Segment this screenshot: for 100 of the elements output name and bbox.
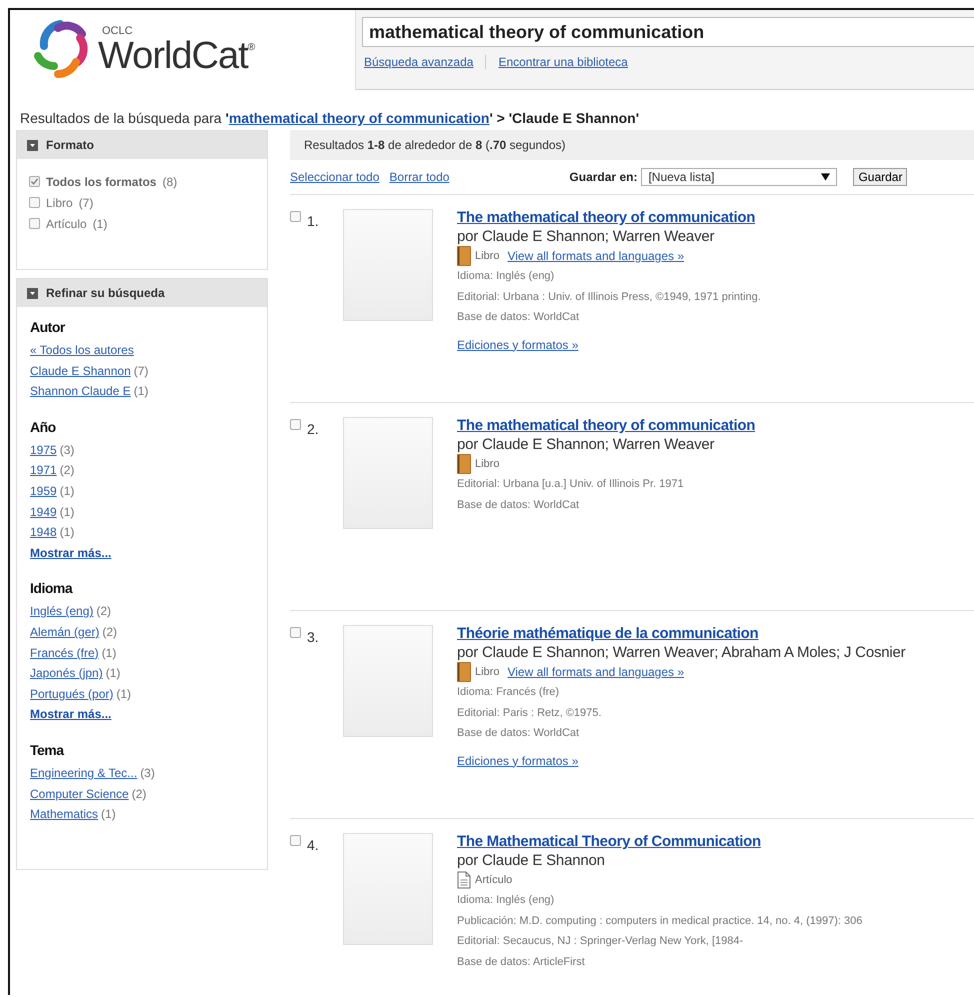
result-detail: Editorial: Urbana : Univ. of Illinois Press, ©1949, 1971 printing. bbox=[457, 290, 761, 304]
result-authors: por Claude E Shannon; Warren Weaver bbox=[457, 228, 716, 245]
panel-title: Refinar su búsqueda bbox=[46, 286, 165, 300]
facet-link[interactable]: Mathematics bbox=[30, 807, 98, 822]
facet-link[interactable]: Japonés (jpn) bbox=[30, 666, 103, 680]
result-detail: Base de datos: WorldCat bbox=[457, 498, 580, 512]
facet-link[interactable]: Shannon Claude E bbox=[30, 384, 131, 398]
checkbox[interactable] bbox=[290, 419, 301, 430]
facet-count: (7) bbox=[134, 364, 148, 378]
facet-link[interactable]: Claude E Shannon bbox=[30, 364, 131, 378]
query-link[interactable]: mathematical theory of communication bbox=[228, 110, 490, 126]
result-detail: Idioma: Francés (fre) bbox=[457, 685, 560, 700]
facet-count: (2) bbox=[132, 786, 146, 800]
facet-link[interactable]: Engineering & Tec... bbox=[30, 766, 138, 780]
checkbox[interactable] bbox=[29, 176, 40, 187]
result-detail: Editorial: Urbana [u.a.] Univ. of Illinois Pr. 1971 bbox=[457, 477, 685, 492]
checkbox[interactable] bbox=[29, 197, 40, 208]
facet-count: (1) bbox=[116, 686, 132, 701]
facet-count: (3) bbox=[60, 442, 74, 457]
logo-name: WorldCat bbox=[98, 36, 248, 74]
result-detail: Base de datos: WorldCat bbox=[457, 726, 580, 741]
facet-count: (1) bbox=[60, 525, 74, 540]
book-icon bbox=[457, 246, 471, 266]
clear-all-link[interactable]: Borrar todo bbox=[389, 170, 450, 184]
facet-link[interactable]: 1948 bbox=[30, 525, 57, 540]
facet-link[interactable]: Computer Science bbox=[30, 786, 129, 800]
facet-link[interactable]: 1971 bbox=[30, 463, 57, 478]
document-icon bbox=[457, 871, 471, 889]
result-detail: Editorial: Paris : Retz, ©1975. bbox=[457, 706, 602, 720]
result-title[interactable]: Théorie mathématique de la communication bbox=[457, 625, 906, 642]
checkbox[interactable] bbox=[29, 218, 40, 229]
result-detail: Idioma: Inglés (eng) bbox=[457, 893, 556, 908]
result-number: 4. bbox=[306, 837, 320, 853]
facet-link[interactable]: 1959 bbox=[30, 484, 57, 498]
editions-link[interactable]: Ediciones y formatos » bbox=[457, 754, 906, 768]
format-label: Libro bbox=[475, 458, 500, 470]
format-label: Libro bbox=[475, 666, 500, 678]
format-option[interactable]: Artículo bbox=[46, 216, 87, 230]
format-label: Artículo bbox=[475, 874, 512, 886]
facet-link[interactable]: Portugués (por) bbox=[30, 686, 114, 701]
result-title[interactable]: The mathematical theory of communication bbox=[457, 417, 756, 434]
select-all-link[interactable]: Seleccionar todo bbox=[290, 170, 380, 184]
show-more-link[interactable]: Mostrar más... bbox=[30, 546, 112, 560]
all-formats-link[interactable]: View all formats and languages » bbox=[507, 249, 684, 263]
result-detail: Publicación: M.D. computing : computers in medical practice. 14, no. 4, (1997): 306 bbox=[457, 914, 862, 928]
facet-heading: Año bbox=[30, 418, 57, 435]
facet-link[interactable]: Francés (fre) bbox=[30, 646, 99, 660]
list-dropdown[interactable]: [Nueva lista] bbox=[641, 168, 838, 186]
header-link[interactable]: Búsqueda avanzada bbox=[362, 55, 486, 69]
facet-heading: Idioma bbox=[30, 580, 74, 596]
facet-count: (1) bbox=[106, 666, 120, 680]
facet-link[interactable]: 1949 bbox=[30, 504, 57, 519]
facet-link[interactable]: Alemán (ger) bbox=[30, 624, 100, 639]
facet-count: (1) bbox=[134, 384, 148, 398]
format-option[interactable]: Todos los formatos bbox=[46, 174, 156, 188]
search-field[interactable]: mathematical theory of communication bbox=[362, 17, 974, 47]
result-title[interactable]: The mathematical theory of communication bbox=[457, 209, 761, 226]
panel-title: Formato bbox=[46, 138, 94, 152]
results-summary: Resultados 1-8 de alrededor de 8 (.70 segundos) bbox=[304, 138, 566, 152]
result-detail: Base de datos: ArticleFirst bbox=[457, 954, 586, 970]
format-option[interactable]: Libro bbox=[46, 196, 73, 210]
result-number: 2. bbox=[306, 421, 320, 437]
result-detail: Base de datos: WorldCat bbox=[457, 310, 580, 325]
facet-heading: Autor bbox=[30, 319, 66, 335]
result-detail: Idioma: Inglés (eng) bbox=[457, 269, 556, 284]
checkbox[interactable] bbox=[290, 835, 301, 846]
result-detail: Editorial: Secaucus, NJ : Springer-Verlag New York, [1984- bbox=[457, 934, 744, 949]
checkbox[interactable] bbox=[290, 211, 301, 222]
checkbox[interactable] bbox=[290, 627, 301, 638]
collapse-icon[interactable] bbox=[27, 288, 38, 298]
result-title[interactable]: The Mathematical Theory of Communication bbox=[457, 833, 862, 850]
option-count: (7) bbox=[78, 196, 94, 210]
facet-count: (1) bbox=[102, 646, 116, 660]
result-number: 3. bbox=[306, 629, 320, 645]
result-authors: por Claude E Shannon; Warren Weaver bbox=[457, 436, 716, 453]
facet-count: (2) bbox=[102, 624, 118, 639]
save-button[interactable]: Guardar bbox=[853, 168, 908, 186]
facet-count: (3) bbox=[140, 766, 155, 780]
save-label: Guardar en: bbox=[569, 170, 638, 184]
facet-count: (1) bbox=[101, 807, 116, 822]
book-icon bbox=[457, 662, 471, 682]
option-count: (8) bbox=[162, 174, 178, 188]
registered-mark: ® bbox=[248, 42, 256, 52]
logo-org: OCLC bbox=[102, 26, 134, 36]
facet-count: (2) bbox=[96, 604, 112, 618]
format-label: Libro bbox=[475, 250, 500, 262]
collapse-icon[interactable] bbox=[27, 140, 38, 150]
caret-icon bbox=[821, 173, 830, 181]
facet-count: (2) bbox=[60, 463, 74, 478]
facet-link[interactable]: Inglés (eng) bbox=[30, 604, 94, 618]
facet-count: (1) bbox=[60, 504, 74, 519]
facet-link[interactable]: 1975 bbox=[30, 442, 57, 457]
facet-link[interactable]: « Todos los autores bbox=[30, 343, 134, 357]
option-count: (1) bbox=[92, 216, 108, 230]
all-formats-link[interactable]: View all formats and languages » bbox=[507, 665, 684, 679]
editions-link[interactable]: Ediciones y formatos » bbox=[457, 338, 761, 352]
header-link[interactable]: Encontrar una biblioteca bbox=[496, 55, 640, 69]
result-authors: por Claude E Shannon; Warren Weaver; Abraham A Moles; J Cosnier bbox=[457, 644, 906, 661]
show-more-link[interactable]: Mostrar más... bbox=[30, 707, 112, 722]
result-authors: por Claude E Shannon bbox=[457, 852, 606, 869]
